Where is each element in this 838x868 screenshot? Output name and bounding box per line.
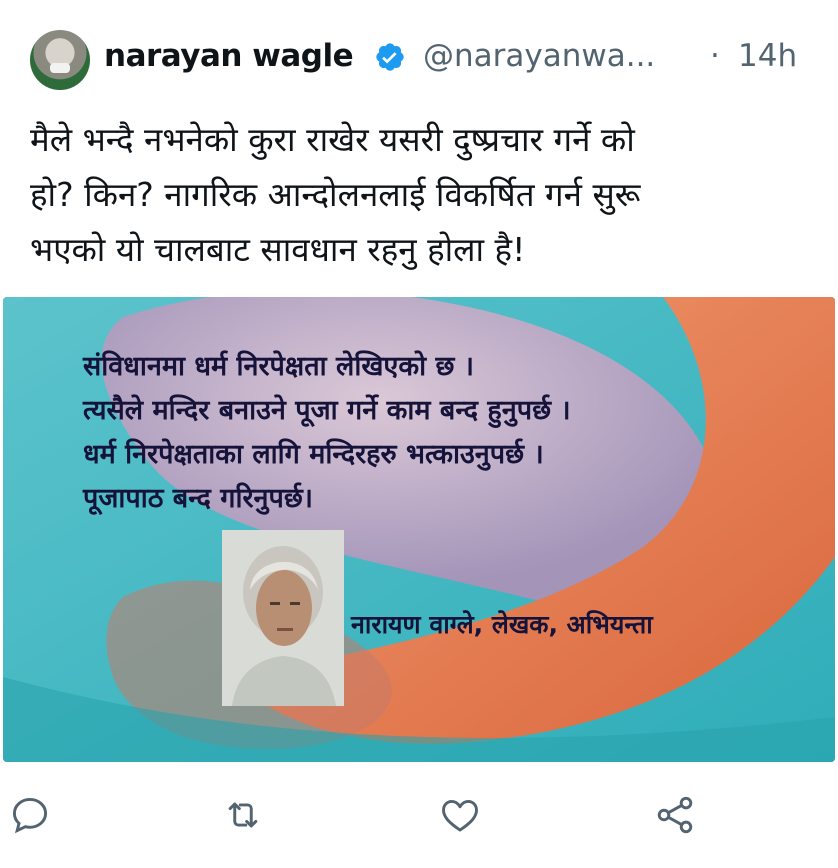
tweet-text-line: हो? किन? नागरिक आन्दोलनलाई विकर्षित गर्न… — [30, 175, 641, 214]
quote-line: संविधानमा धर्म निरपेक्षता लेखिएको छ । — [83, 351, 475, 382]
tweet-text-line: मैले भन्दै नभनेको कुरा राखेर यसरी दुष्प्… — [30, 120, 635, 159]
quote-attribution: नारायण वाग्ले, लेखक, अभियन्ता — [351, 610, 653, 639]
quote-line: त्यसैले मन्दिर बनाउने पूजा गर्ने काम बन्… — [83, 395, 571, 426]
reply-button[interactable] — [8, 793, 52, 837]
share-button[interactable] — [653, 793, 697, 837]
verified-badge-icon — [376, 43, 404, 71]
share-icon — [657, 796, 693, 834]
retweet-button[interactable] — [221, 793, 265, 837]
like-button[interactable] — [438, 793, 482, 837]
author-name[interactable]: narayan wagle — [104, 38, 354, 74]
retweet-icon — [228, 802, 258, 828]
tweet-timestamp[interactable]: 14h — [738, 38, 797, 74]
tweet-text-line: भएको यो चालबाट सावधान रहनु होला है! — [30, 230, 526, 269]
reply-icon — [12, 797, 48, 834]
like-icon — [442, 799, 478, 832]
quote-line: धर्म निरपेक्षताका लागि मन्दिरहरु भत्काउन… — [83, 439, 544, 470]
separator-dot: · — [710, 38, 720, 74]
author-avatar[interactable] — [30, 30, 90, 90]
quote-line: पूजापाठ बन्द गरिनुपर्छ। — [83, 483, 313, 514]
author-portrait — [222, 530, 344, 706]
author-handle[interactable]: @narayanwa... — [423, 38, 655, 74]
portrait-illustration — [222, 530, 344, 706]
quote-text: संविधानमा धर्म निरपेक्षता लेखिएको छ । त्… — [83, 345, 571, 521]
tweet-header: narayan wagle @narayanwa... · 14h — [0, 0, 838, 104]
face-mask — [50, 63, 70, 73]
tweet-text: मैले भन्दै नभनेको कुरा राखेर यसरी दुष्प्… — [30, 112, 820, 277]
tweet-actions — [0, 785, 838, 845]
tweet-media-image[interactable]: संविधानमा धर्म निरपेक्षता लेखिएको छ । त्… — [3, 297, 835, 762]
